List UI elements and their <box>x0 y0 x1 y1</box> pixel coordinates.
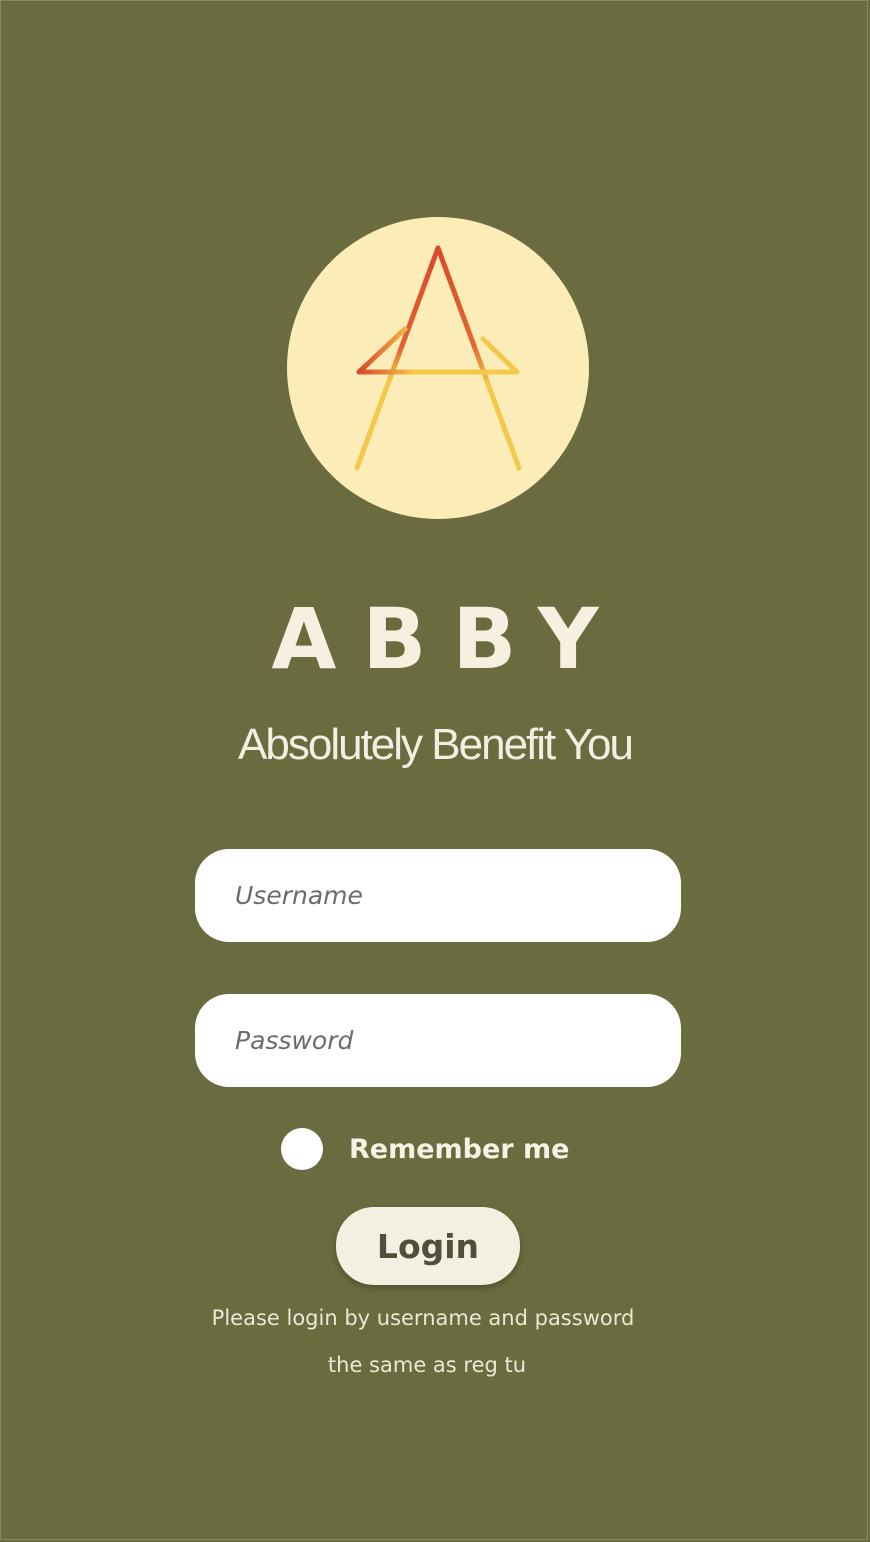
remember-me-radio[interactable] <box>281 1128 323 1170</box>
login-button[interactable]: Login <box>336 1207 520 1285</box>
remember-me-option[interactable]: Remember me <box>281 1128 569 1170</box>
abby-a-logo-icon <box>287 217 589 519</box>
brand-tagline: Absolutely Benefit You <box>238 720 634 769</box>
brand-name: ABBY <box>271 590 625 688</box>
login-hint-line-2: the same as reg tu <box>327 1353 527 1377</box>
remember-me-label: Remember me <box>349 1133 570 1165</box>
logo-glyph <box>354 245 522 471</box>
password-input[interactable] <box>195 994 681 1087</box>
login-hint-line-1: Please login by username and password <box>211 1306 635 1330</box>
username-input[interactable] <box>195 849 681 942</box>
